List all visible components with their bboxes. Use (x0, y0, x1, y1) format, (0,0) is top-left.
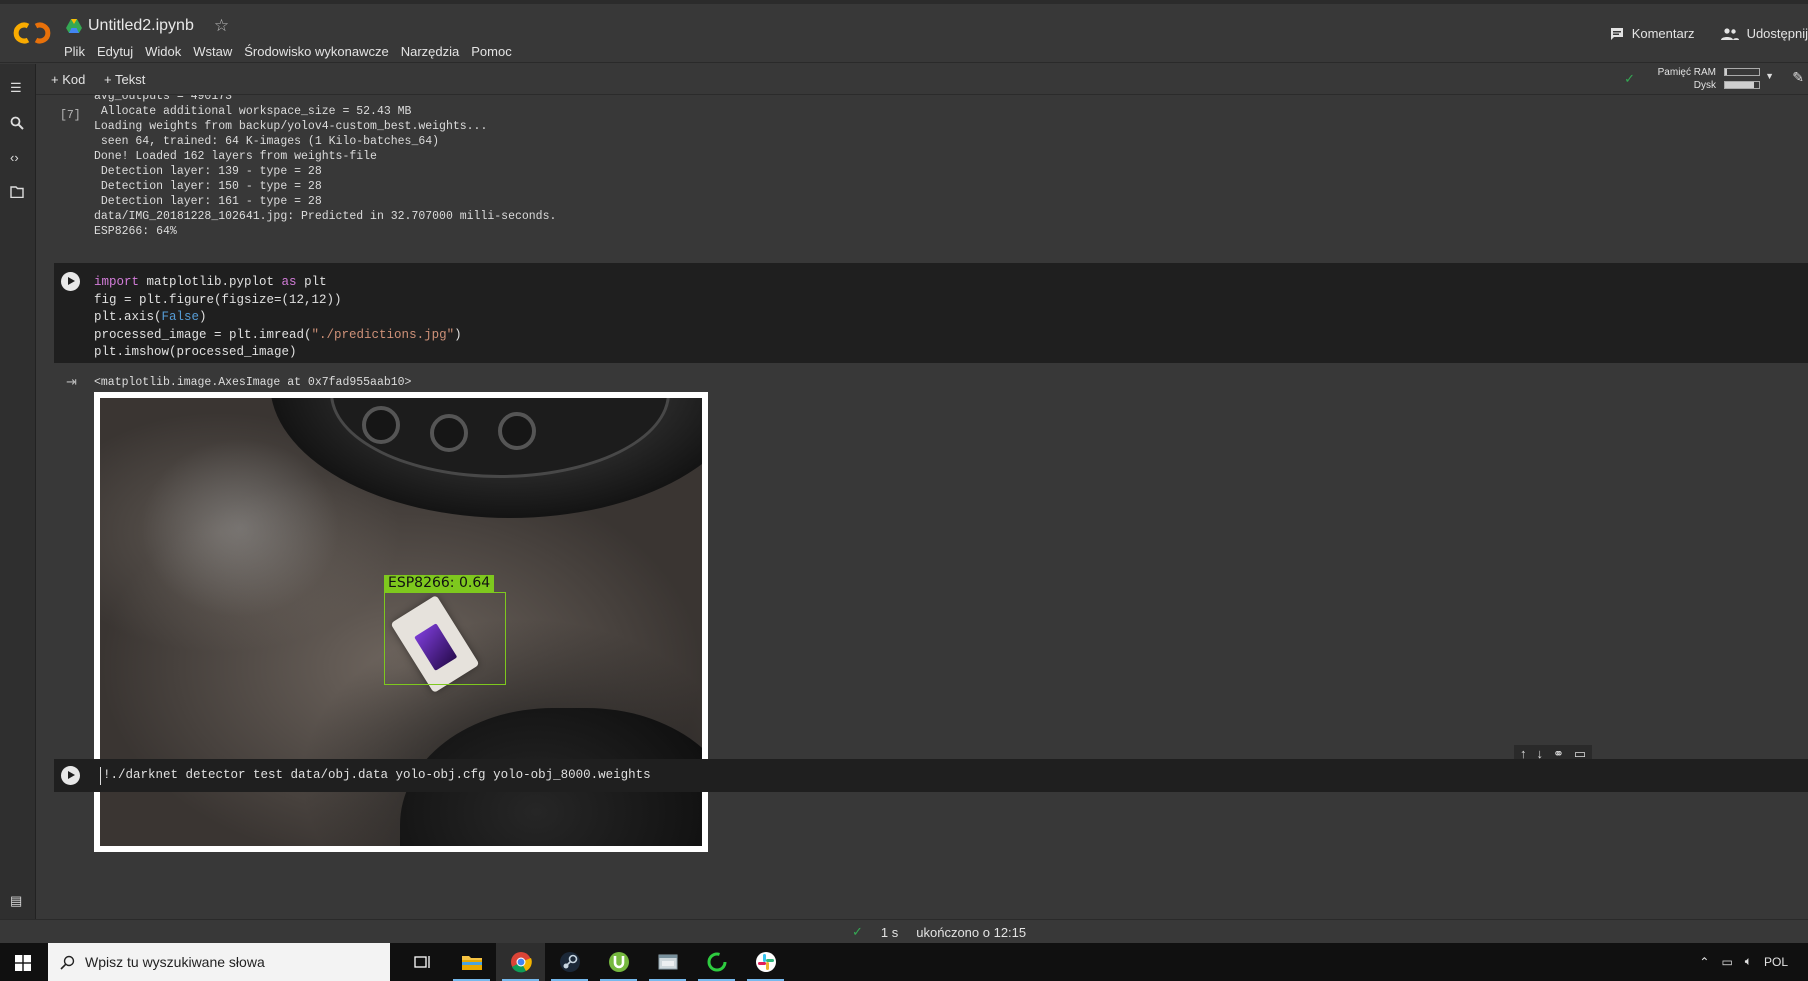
windows-start-icon[interactable] (15, 955, 31, 971)
folder-icon[interactable] (10, 186, 26, 202)
code-text: ) (199, 310, 207, 324)
volume-icon[interactable]: 🔈︎ (1745, 954, 1752, 969)
status-bar: ✓ 1 s ukończono o 12:15 (0, 919, 1808, 943)
people-icon (1720, 27, 1739, 40)
menu-edit[interactable]: Edytuj (97, 44, 133, 59)
left-sidebar: ☰ ‹› (0, 64, 36, 920)
language-indicator[interactable]: POL (1764, 955, 1788, 969)
edit-pencil-icon[interactable]: ✎ (1792, 69, 1804, 86)
output-actions-icon[interactable]: ⇥ (66, 374, 77, 390)
code-cell[interactable]: import matplotlib.pyplot as plt fig = pl… (54, 263, 1808, 363)
app-window-icon[interactable] (643, 943, 692, 981)
notebook-title[interactable]: Untitled2.ipynb (88, 17, 194, 35)
menu-help[interactable]: Pomoc (471, 44, 511, 59)
code-keyword: import (94, 275, 140, 289)
menu-tools[interactable]: Narzędzia (401, 44, 460, 59)
share-label: Udostępnij (1746, 26, 1808, 41)
add-text-button[interactable]: + Tekst (104, 72, 145, 87)
ram-row: Pamięć RAM (1658, 66, 1760, 79)
connected-check-icon: ✓ (1624, 71, 1635, 86)
execution-status[interactable]: ✓ 1 s ukończono o 12:15 (852, 924, 1026, 940)
circle-app-icon[interactable] (692, 943, 741, 981)
menu-file[interactable]: Plik (64, 44, 85, 59)
image-hole (430, 414, 468, 452)
previous-cell-output: avg_outputs = 490173 Allocate additional… (94, 95, 557, 238)
code-text: matplotlib.pyplot (139, 275, 282, 289)
chevron-up-icon[interactable]: ⌃ (1699, 955, 1709, 969)
code-editor[interactable]: import matplotlib.pyplot as plt fig = pl… (94, 274, 462, 362)
header: Untitled2.ipynb ☆ Plik Edytuj Widok Wsta… (0, 0, 1808, 63)
table-of-contents-icon[interactable]: ☰ (10, 80, 26, 96)
terminal-icon[interactable]: ▤ (10, 893, 22, 909)
disk-row: Dysk (1658, 79, 1760, 92)
chevron-down-icon[interactable]: ▼ (1765, 71, 1774, 81)
search-placeholder: Wpisz tu wyszukiwane słowa (85, 954, 265, 970)
star-icon[interactable]: ☆ (214, 16, 229, 36)
system-tray: ⌃ ▭ 🔈︎ POL (1699, 954, 1788, 969)
resource-monitor[interactable]: Pamięć RAM Dysk (1658, 66, 1760, 92)
detection-label: ESP8266: 0.64 (384, 575, 495, 592)
disk-bar (1724, 81, 1760, 90)
add-code-button[interactable]: + Kod (51, 72, 85, 87)
menu-runtime[interactable]: Środowisko wykonawcze (244, 44, 389, 59)
comment-label: Komentarz (1631, 26, 1695, 41)
cell-output-text: <matplotlib.image.AxesImage at 0x7fad955… (94, 376, 412, 389)
header-actions: Komentarz Udostępnij (1610, 26, 1808, 41)
menu-view[interactable]: Widok (145, 44, 181, 59)
code-text: plt (296, 275, 327, 289)
image-hole (362, 406, 400, 444)
steam-icon[interactable] (545, 943, 594, 981)
network-icon[interactable]: ▭ (1721, 955, 1732, 969)
ram-bar (1724, 68, 1760, 77)
chrome-icon[interactable] (496, 943, 545, 981)
check-icon: ✓ (852, 924, 863, 939)
menu-insert[interactable]: Wstaw (193, 44, 232, 59)
slack-icon[interactable] (741, 943, 790, 981)
code-text: plt.axis( (94, 310, 162, 324)
code-snippets-icon[interactable]: ‹› (10, 150, 26, 166)
image-hole (498, 412, 536, 450)
comment-button[interactable]: Komentarz (1610, 26, 1695, 41)
file-explorer-icon[interactable] (447, 943, 496, 981)
code-editor[interactable]: !./darknet detector test data/obj.data y… (100, 767, 651, 785)
code-text: ) (454, 327, 462, 342)
taskbar-apps (398, 943, 790, 981)
comment-icon (1610, 27, 1623, 40)
image-highlight (140, 438, 340, 618)
code-keyword: as (281, 275, 297, 289)
execution-count: [7] (60, 109, 81, 122)
code-string: "./predictions.jpg" (311, 327, 455, 342)
duration: 1 s (880, 924, 899, 940)
ram-bar-fill (1725, 69, 1727, 76)
code-text: processed_image = plt.imread( (94, 327, 312, 342)
notebook-area: [7] avg_outputs = 490173 Allocate additi… (36, 95, 1808, 919)
code-line: plt.imshow(processed_image) (94, 345, 297, 359)
disk-bar-fill (1725, 82, 1754, 89)
code-line: fig = plt.figure(figsize=(12,12)) (94, 292, 342, 307)
detection-bounding-box (384, 592, 506, 685)
colab-logo-icon[interactable] (12, 18, 52, 48)
drive-icon (66, 19, 82, 33)
share-button[interactable]: Udostępnij (1720, 26, 1808, 41)
completed-text: ukończono o 12:15 (916, 924, 1027, 940)
task-view-icon[interactable] (398, 943, 447, 981)
code-boolean: False (161, 310, 200, 324)
run-cell-button[interactable] (61, 766, 80, 785)
utorrent-icon[interactable] (594, 943, 643, 981)
notebook-toolbar: + Kod + Tekst ✓ Pamięć RAM Dysk ▼ ✎ (36, 64, 1808, 95)
code-cell[interactable]: !./darknet detector test data/obj.data y… (54, 759, 1808, 792)
menu-bar: Plik Edytuj Widok Wstaw Środowisko wykon… (64, 44, 512, 59)
colab-window: Untitled2.ipynb ☆ Plik Edytuj Widok Wsta… (0, 0, 1808, 981)
search-icon (60, 955, 75, 970)
ram-label: Pamięć RAM (1657, 67, 1716, 78)
taskbar-search[interactable]: Wpisz tu wyszukiwane słowa (48, 943, 390, 981)
title-wrap: Untitled2.ipynb ☆ (66, 16, 229, 36)
run-cell-button[interactable] (61, 272, 80, 291)
windows-taskbar: Wpisz tu wyszukiwane słowa ⌃ ▭ 🔈︎ POL (0, 943, 1808, 981)
search-icon[interactable] (10, 116, 26, 132)
disk-label: Dysk (1693, 80, 1716, 91)
